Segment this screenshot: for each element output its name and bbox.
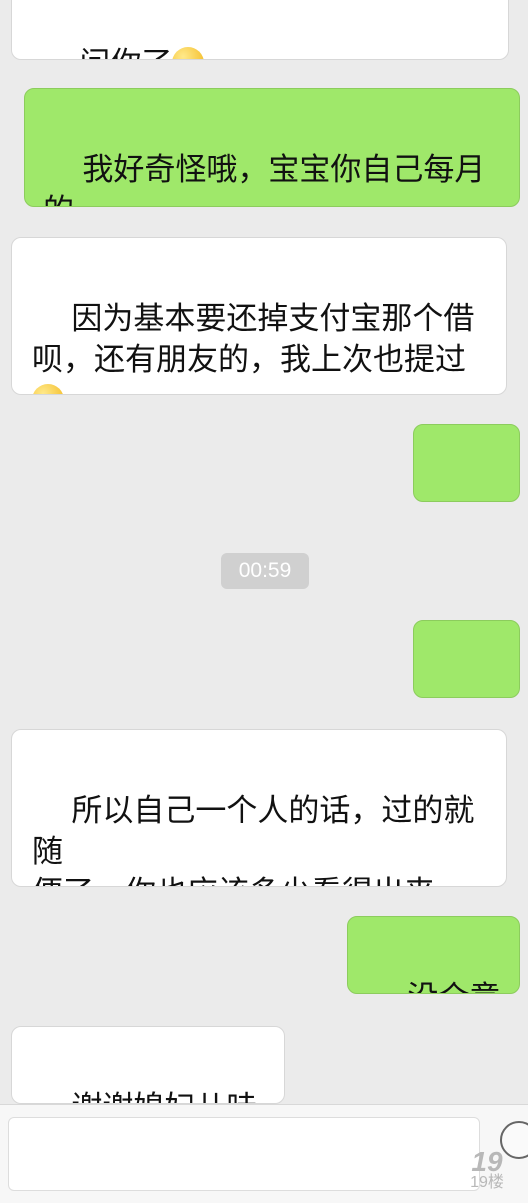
incoming-message-4[interactable]: 谢谢媳妇儿哇 xyxy=(11,1026,285,1104)
laughing-crying-face-icon xyxy=(172,47,205,59)
message-text: 我好奇怪哦，宝宝你自己每月的 工资不够你开支吗 xyxy=(43,152,486,206)
watermark: 19 19楼 xyxy=(463,1146,511,1192)
watermark-text: 19楼 xyxy=(470,1174,504,1191)
incoming-message-2[interactable]: 因为基本要还掉支付宝那个借 呗，还有朋友的，我上次也提过 xyxy=(11,237,507,395)
outgoing-message-1[interactable]: 我好奇怪哦，宝宝你自己每月的 工资不够你开支吗 xyxy=(24,88,520,207)
incoming-message-3[interactable]: 所以自己一个人的话，过的就随 便了，你也应该多少看得出来， 别介意哈 xyxy=(11,729,507,887)
outgoing-message-2[interactable]: 好吧 xyxy=(413,424,520,502)
outgoing-message-3[interactable]: 略懂 xyxy=(413,620,520,698)
message-text: 所以自己一个人的话，过的就随 便了，你也应该多少看得出来， 别介意哈 xyxy=(32,793,475,886)
message-input[interactable] xyxy=(8,1117,480,1191)
chat-history: 问你了 我好奇怪哦，宝宝你自己每月的 工资不够你开支吗 因为基本要还掉支付宝那个… xyxy=(0,0,528,1108)
message-text: 问你了 xyxy=(79,46,172,59)
message-input-bar xyxy=(0,1104,528,1203)
smirk-face-icon xyxy=(32,384,64,394)
message-timestamp: 00:59 xyxy=(221,553,309,589)
message-text: 因为基本要还掉支付宝那个借 呗，还有朋友的，我上次也提过 xyxy=(32,301,475,378)
message-text: 谢谢媳妇儿哇 xyxy=(71,1090,257,1103)
incoming-message-1[interactable]: 问你了 xyxy=(11,0,509,60)
message-text: 没介意啊 xyxy=(368,980,500,993)
outgoing-message-4[interactable]: 没介意啊 xyxy=(347,916,520,994)
watermark-logo: 19 xyxy=(471,1146,503,1177)
